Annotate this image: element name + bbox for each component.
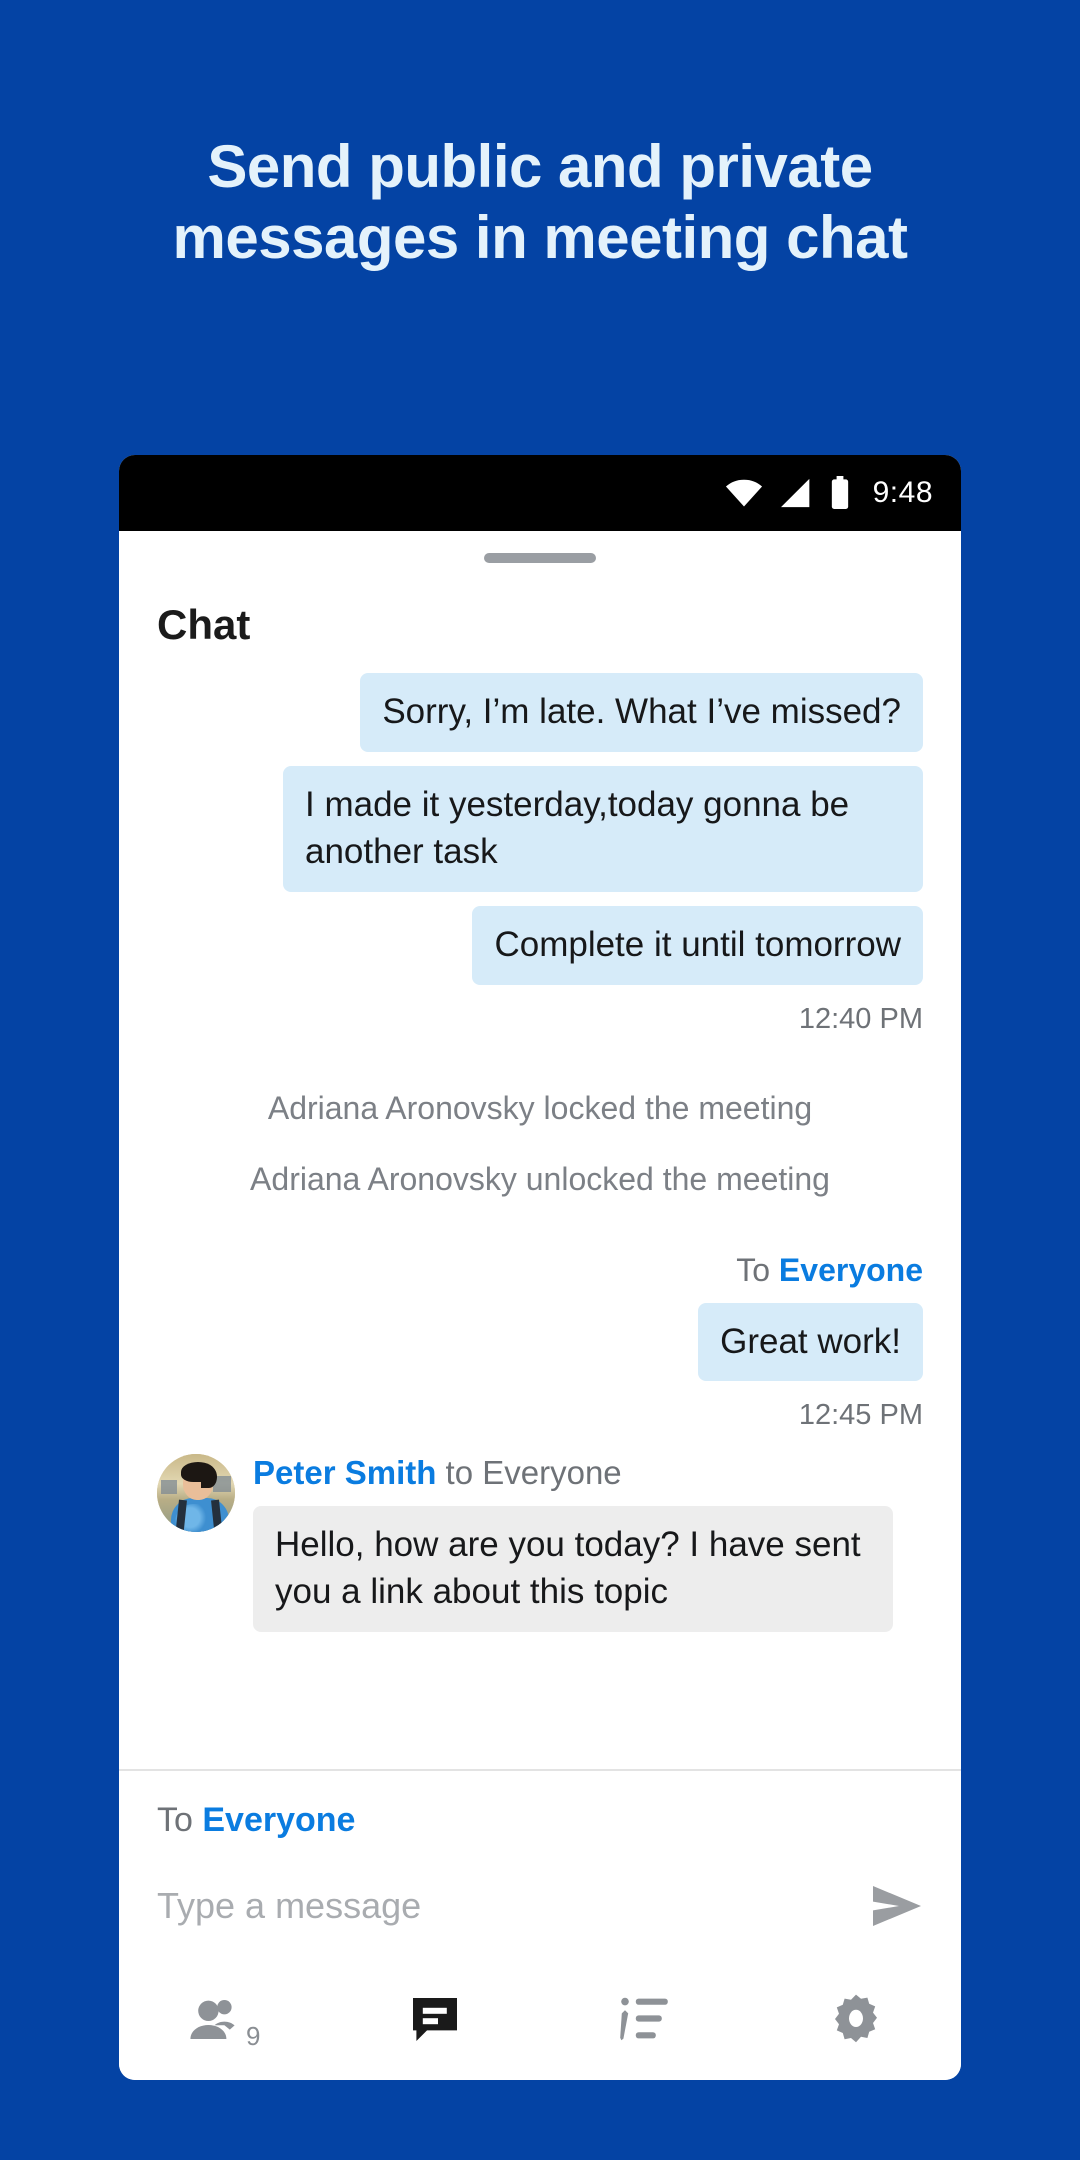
message-timestamp: 12:40 PM (798, 1002, 923, 1035)
message-bubble: Sorry, I’m late. What I’ve missed? (360, 673, 923, 752)
message-row-own: Complete it until tomorrow (157, 905, 923, 985)
composer-to-target[interactable]: Everyone (202, 1801, 355, 1839)
promo-page: Send public and private messages in meet… (0, 0, 1080, 2160)
toolbar-item-polls[interactable] (540, 1962, 751, 2080)
composer-to-prefix: To (157, 1801, 203, 1839)
message-row-incoming: Peter Smith to Everyone Hello, how are y… (157, 1454, 923, 1633)
to-target[interactable]: Everyone (779, 1252, 923, 1288)
avatar[interactable] (157, 1454, 235, 1533)
message-recipient-label: To Everyone (157, 1252, 923, 1289)
page-title: Chat (119, 567, 961, 655)
toolbar-item-participants[interactable]: 9 (119, 1962, 330, 2080)
message-row-own: I made it yesterday,today gonna be anoth… (157, 765, 923, 892)
message-row-own: Sorry, I’m late. What I’ve missed? (157, 673, 923, 752)
system-message: Adriana Aronovsky unlocked the meeting (250, 1160, 830, 1197)
status-bar: 9:48 (119, 455, 961, 531)
toolbar-item-chat[interactable] (330, 1962, 541, 2080)
gear-icon (830, 1993, 882, 2050)
promo-headline: Send public and private messages in meet… (172, 133, 908, 271)
composer-recipient-label: To Everyone (157, 1801, 923, 1884)
message-row-own: Great work! (157, 1302, 923, 1382)
message-bubble: Complete it until tomorrow (472, 905, 923, 985)
toolbar-item-settings[interactable] (751, 1962, 962, 2080)
status-time: 9:48 (872, 476, 933, 509)
drag-handle[interactable] (484, 553, 596, 563)
message-bubble: Hello, how are you today? I have sent yo… (253, 1506, 893, 1633)
message-bubble: I made it yesterday,today gonna be anoth… (283, 765, 923, 892)
sender-recipient: to Everyone (436, 1454, 622, 1492)
composer-input-row (157, 1884, 923, 1962)
cell-signal-icon (779, 478, 813, 508)
sender-name[interactable]: Peter Smith (253, 1454, 436, 1491)
message-list[interactable]: Sorry, I’m late. What I’ve missed? I mad… (119, 655, 961, 1769)
sender-line: Peter Smith to Everyone (253, 1454, 923, 1506)
sheet-header (119, 531, 961, 567)
to-prefix: To (736, 1251, 779, 1288)
message-input[interactable] (157, 1885, 851, 1927)
wifi-icon (725, 478, 763, 508)
battery-icon (829, 476, 851, 510)
bottom-toolbar: 9 (119, 1962, 961, 2080)
message-bubble: Great work! (698, 1302, 923, 1382)
participants-count-badge: 9 (246, 2021, 261, 2051)
people-icon (188, 1996, 244, 2047)
system-message: Adriana Aronovsky locked the meeting (267, 1089, 813, 1126)
phone-mockup: 9:48 Chat Sorry, I’m late. What I’ve mis… (119, 455, 961, 2080)
poll-list-icon (619, 1995, 671, 2048)
message-timestamp: 12:45 PM (798, 1399, 923, 1432)
chat-bubble-icon (410, 1995, 460, 2048)
send-icon[interactable] (851, 1884, 923, 1928)
message-composer: To Everyone (119, 1771, 961, 1962)
